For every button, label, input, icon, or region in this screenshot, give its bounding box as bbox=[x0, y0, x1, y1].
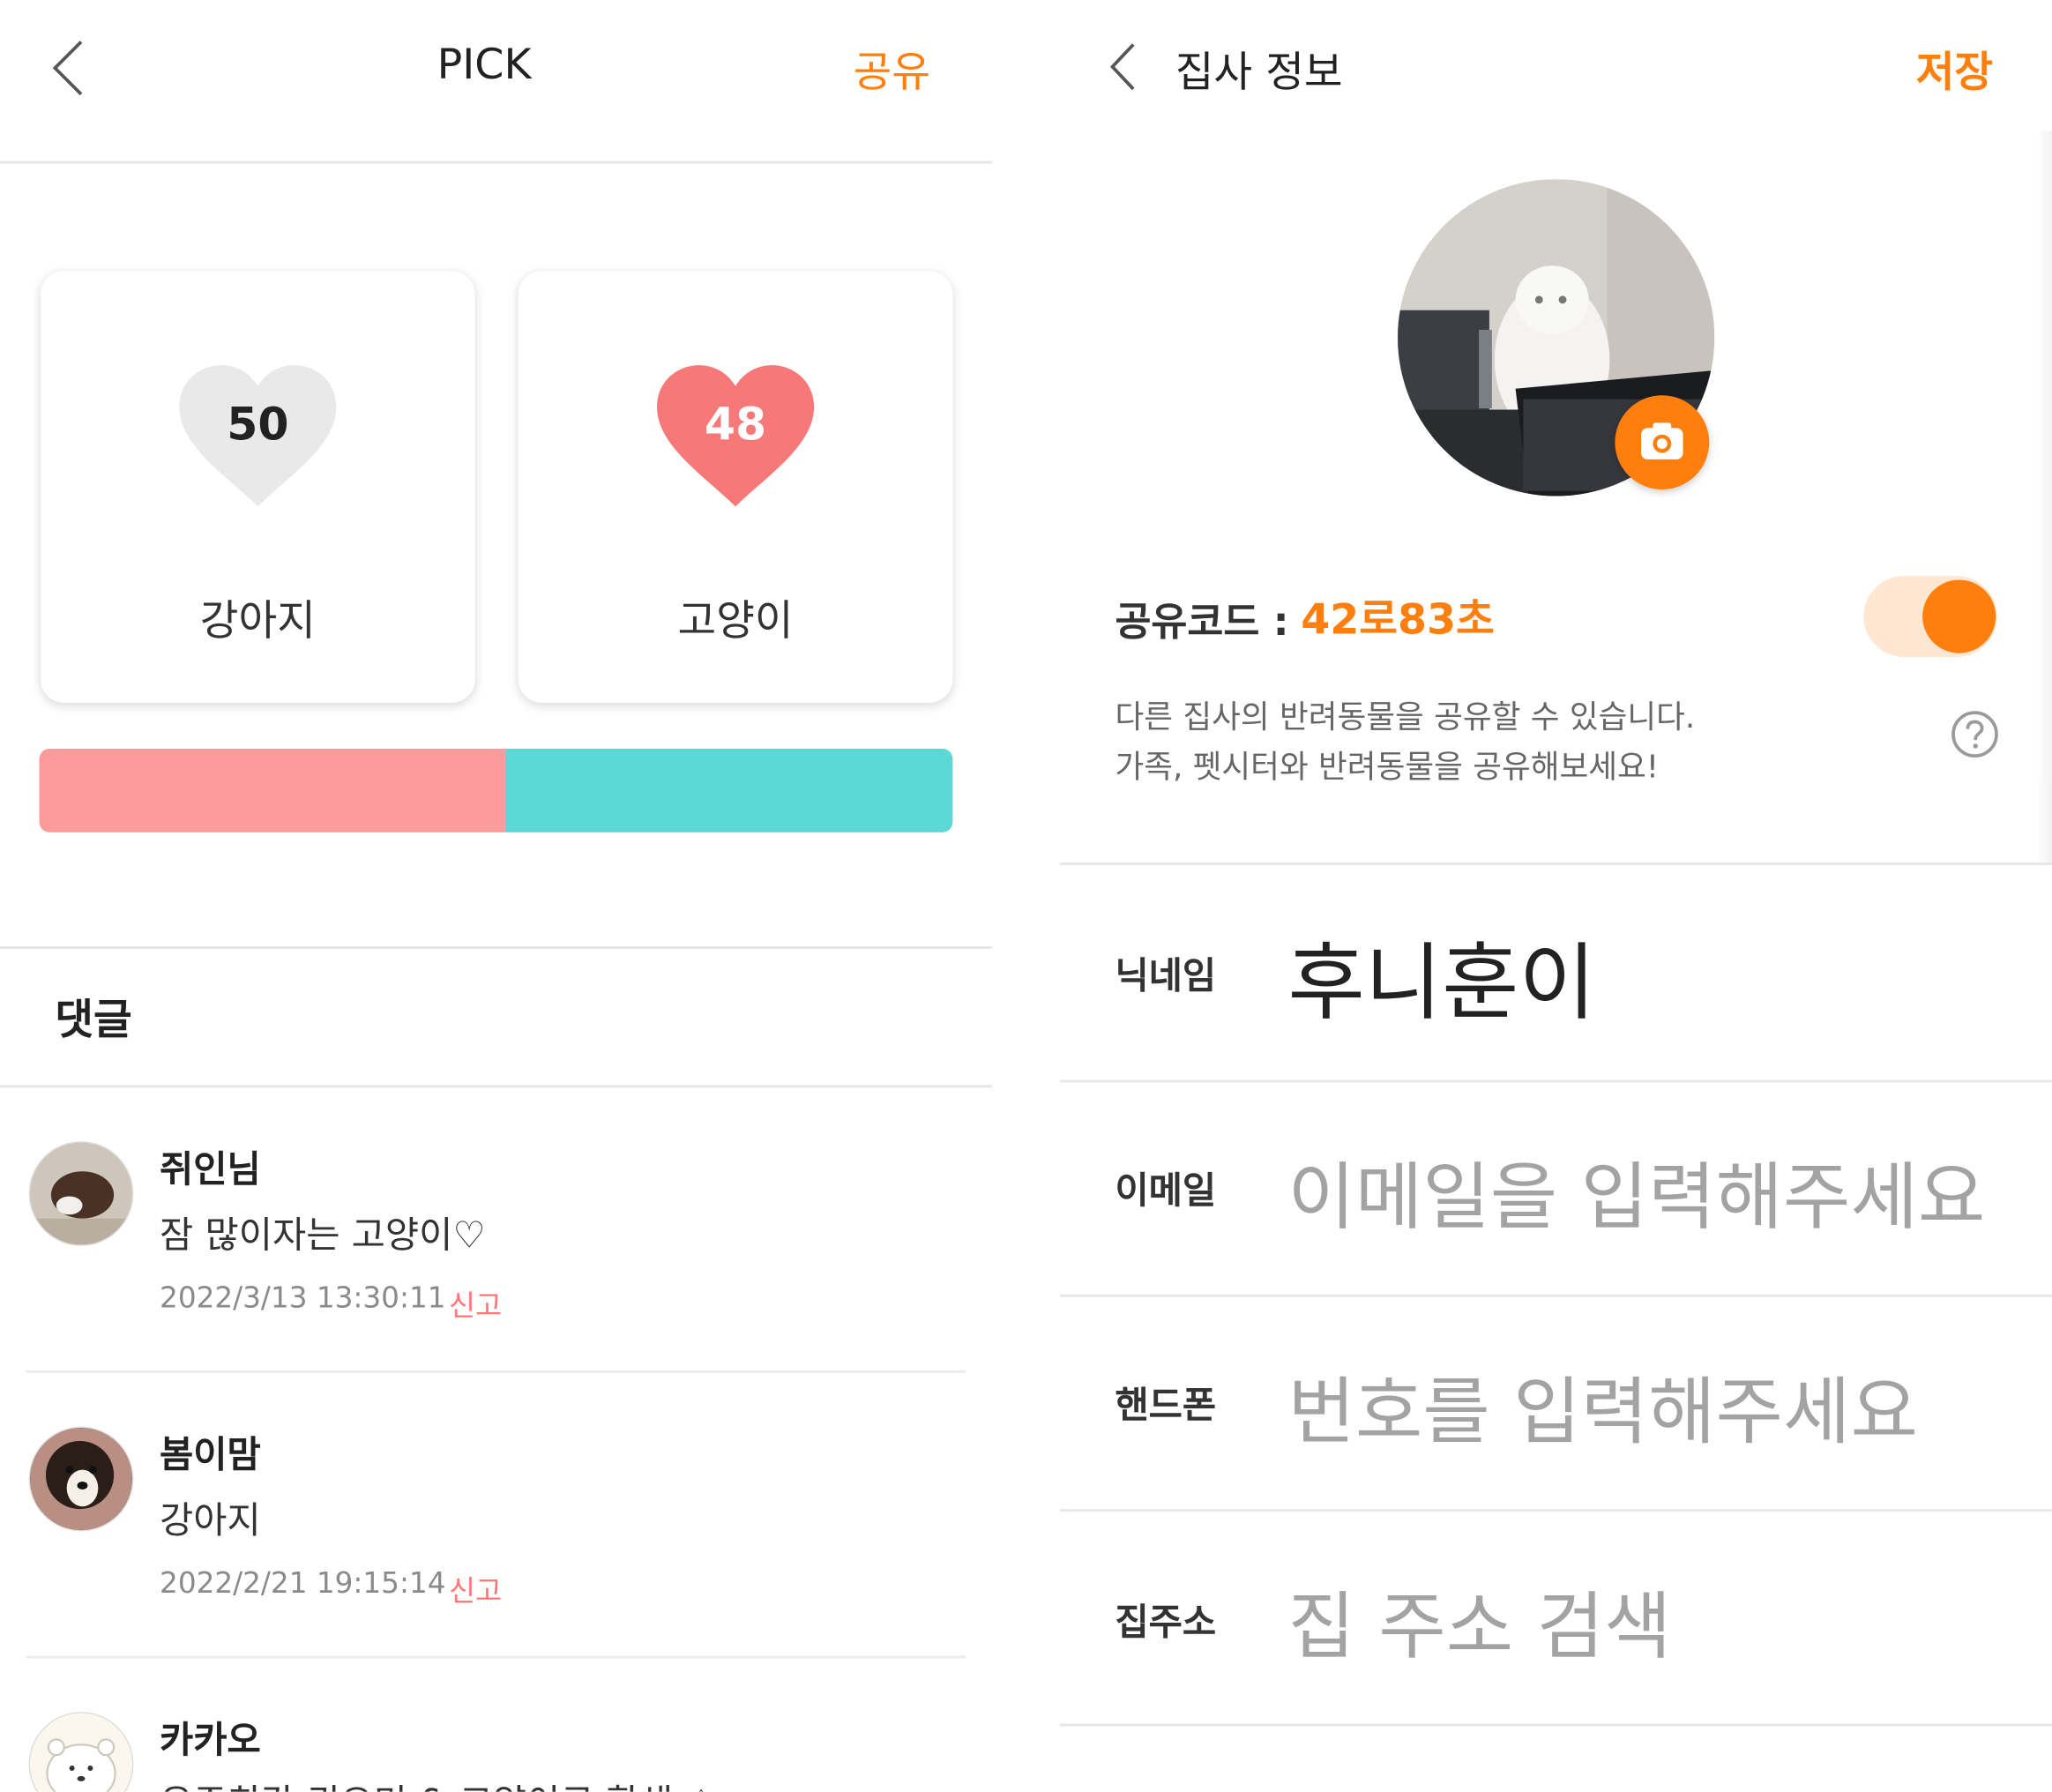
form-divider bbox=[1060, 1079, 2052, 1083]
report-link[interactable]: 신고 bbox=[449, 1568, 502, 1609]
chevron-left-icon bbox=[52, 41, 83, 96]
comment-author: 카카오 bbox=[160, 1718, 261, 1762]
cat-ratio-fill bbox=[504, 748, 953, 833]
form-divider bbox=[1060, 1509, 2052, 1512]
comment-text: 잠 많이자는 고양이♡ bbox=[160, 1213, 486, 1257]
section-divider bbox=[0, 946, 992, 949]
comment-text: 우주최강 귀요미 & 고양이로 환생 ♤ bbox=[160, 1774, 718, 1792]
form-divider bbox=[1060, 1294, 2052, 1297]
nickname-label: 닉네임 bbox=[1115, 953, 1217, 997]
camera-icon bbox=[1641, 422, 1683, 459]
pick-title: PICK bbox=[437, 39, 532, 89]
comment-item: 봄이맘 강아지 2022/2/21 19:15:14 신고 bbox=[0, 1371, 992, 1657]
comment-item: 쥐인님 잠 많이자는 고양이♡ 2022/3/13 13:30:11 신고 bbox=[0, 1086, 992, 1372]
form-divider bbox=[1060, 862, 2052, 865]
report-link[interactable]: 신고 bbox=[449, 1282, 502, 1324]
avatar[interactable] bbox=[28, 1712, 134, 1792]
avatar[interactable] bbox=[28, 1141, 134, 1246]
cat-vote-count: 48 bbox=[704, 399, 767, 452]
phone-field[interactable]: 번호를 입력해주세요 bbox=[1287, 1354, 1918, 1460]
nickname-field[interactable]: 후니훈이 bbox=[1287, 916, 1596, 1037]
address-label: 집주소 bbox=[1115, 1601, 1217, 1645]
cat-label: 고양이 bbox=[677, 595, 794, 646]
page-title: 집사 정보 bbox=[1175, 47, 1343, 97]
heart-icon: 48 bbox=[654, 362, 817, 509]
comment-author: 쥐인님 bbox=[160, 1147, 261, 1191]
dog-vote-card[interactable]: 50 강아지 bbox=[41, 271, 475, 703]
help-button[interactable] bbox=[1950, 709, 1999, 758]
dog-label: 강아지 bbox=[199, 595, 316, 646]
share-description-line2: 가족, 펫시터와 반려동물을 공유해보세요! bbox=[1115, 748, 1660, 786]
right-edge-shadow bbox=[2036, 131, 2052, 864]
share-code-label: 공유코드 : bbox=[1115, 599, 1289, 646]
left-back-button[interactable] bbox=[49, 40, 89, 97]
comment-date: 2022/3/13 13:30:11 bbox=[160, 1282, 446, 1316]
email-field[interactable]: 이메일을 입력해주세요 bbox=[1287, 1139, 1985, 1244]
phone-label: 핸드폰 bbox=[1115, 1383, 1217, 1427]
header-divider bbox=[0, 161, 992, 164]
share-description-line1: 다른 집사의 반려동물을 공유할 수 있습니다. bbox=[1115, 698, 1696, 736]
comment-text: 강아지 bbox=[160, 1498, 261, 1542]
email-label: 이메일 bbox=[1115, 1169, 1217, 1213]
dog-vote-count: 50 bbox=[227, 399, 289, 452]
toggle-knob[interactable] bbox=[1922, 579, 1996, 653]
question-icon bbox=[1951, 711, 1998, 758]
comment-date: 2022/2/21 19:15:14 bbox=[160, 1567, 446, 1602]
save-button[interactable]: 저장 bbox=[1916, 40, 1993, 100]
form-divider bbox=[1060, 1723, 2052, 1727]
share-button[interactable]: 공유 bbox=[854, 40, 930, 100]
comment-item: 카카오 우주최강 귀요미 & 고양이로 환생 ♤ bbox=[0, 1657, 992, 1792]
share-code-value: 42로83초 bbox=[1301, 594, 1495, 645]
address-field[interactable]: 집 주소 검색 bbox=[1287, 1568, 1671, 1674]
comment-author: 봄이맘 bbox=[160, 1433, 261, 1477]
comments-title: 댓글 bbox=[55, 994, 132, 1045]
cat-vote-card[interactable]: 48 고양이 bbox=[518, 271, 953, 703]
vote-ratio-bar bbox=[39, 748, 953, 833]
dog-ratio-fill bbox=[39, 748, 505, 833]
avatar[interactable] bbox=[28, 1426, 134, 1532]
chevron-left-icon bbox=[1109, 43, 1135, 91]
change-photo-button[interactable] bbox=[1615, 395, 1710, 490]
heart-icon: 50 bbox=[176, 362, 339, 509]
right-back-button[interactable] bbox=[1108, 41, 1139, 91]
